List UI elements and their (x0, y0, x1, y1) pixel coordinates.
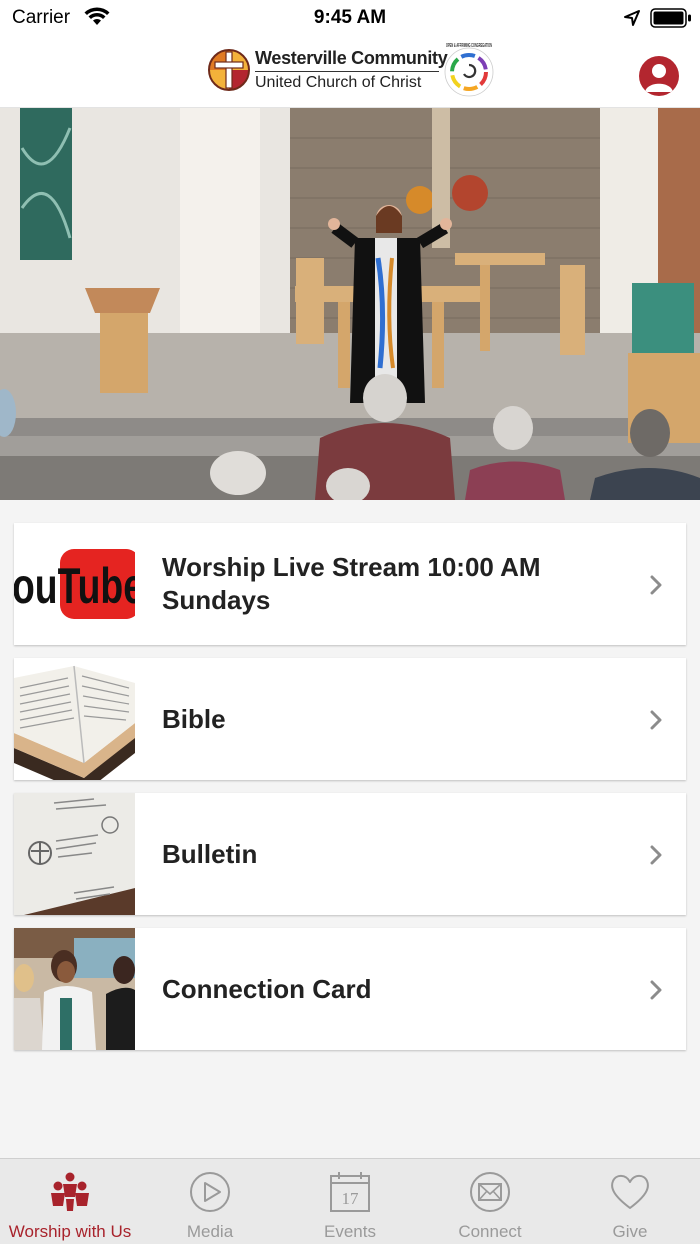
church-logo[interactable]: Westerville Community United Church of C… (207, 42, 497, 102)
connection-card-thumbnail (14, 928, 135, 1050)
chevron-right-icon (650, 575, 662, 595)
tab-give[interactable]: Give (560, 1159, 700, 1244)
profile-button[interactable] (639, 56, 679, 96)
menu-item-label: Bible (162, 703, 226, 734)
tab-events[interactable]: 17 Events (280, 1159, 420, 1244)
tab-label: Media (186, 1222, 234, 1241)
tab-label: Give (612, 1222, 648, 1241)
play-icon (190, 1172, 230, 1212)
tab-worship-with-us[interactable]: Worship with Us (0, 1159, 140, 1244)
bible-thumbnail (14, 658, 135, 780)
people-icon (51, 1172, 89, 1211)
app-header: Westerville Community United Church of C… (0, 36, 700, 108)
heart-icon (611, 1174, 649, 1209)
svg-text:17: 17 (342, 1189, 360, 1208)
cross-logo-icon (208, 49, 250, 91)
menu-item-live-stream[interactable]: ouTube Worship Live Stream 10:00 AM Sund… (14, 523, 686, 645)
chevron-right-icon (650, 710, 662, 730)
logo-subtitle: United Church of Christ (255, 74, 422, 91)
tab-bar: Worship with Us Media 17 Events Connect … (0, 1158, 700, 1244)
tab-connect[interactable]: Connect (420, 1159, 560, 1244)
mail-icon (470, 1172, 510, 1212)
menu-item-label: Bulletin (162, 838, 258, 869)
tab-media[interactable]: Media (140, 1159, 280, 1244)
menu-item-bible[interactable]: Bible (14, 658, 686, 780)
user-icon (645, 64, 673, 92)
chevron-right-icon (650, 980, 662, 1000)
logo-divider (255, 71, 439, 72)
menu-item-connection-card[interactable]: Connection Card (14, 928, 686, 1050)
calendar-icon: 17 (330, 1172, 370, 1212)
open-affirming-badge-icon: OPEN & AFFIRMING CONGREGATION (444, 43, 494, 97)
status-time: 9:45 AM (313, 7, 387, 28)
tab-label: Worship with Us (8, 1222, 132, 1241)
youtube-thumbnail: ouTube (14, 523, 135, 645)
menu-item-bulletin[interactable]: Bulletin (14, 793, 686, 915)
bulletin-thumbnail (14, 793, 135, 915)
tab-label: Events (324, 1222, 376, 1241)
tab-label: Connect (458, 1222, 522, 1241)
svg-text:ouTube: ouTube (14, 558, 135, 614)
location-arrow-icon (624, 10, 640, 26)
menu-item-label: Connection Card (162, 973, 372, 1004)
status-bar: Carrier 9:45 AM (0, 0, 700, 36)
logo-name: Westerville Community (255, 48, 448, 68)
battery-icon (650, 8, 691, 28)
svg-text:OPEN & AFFIRMING CONGREGATION: OPEN & AFFIRMING CONGREGATION (446, 43, 492, 49)
worship-hero-image (0, 108, 700, 500)
chevron-right-icon (650, 845, 662, 865)
menu-item-label: Worship Live Stream 10:00 AM Sundays (162, 552, 541, 615)
